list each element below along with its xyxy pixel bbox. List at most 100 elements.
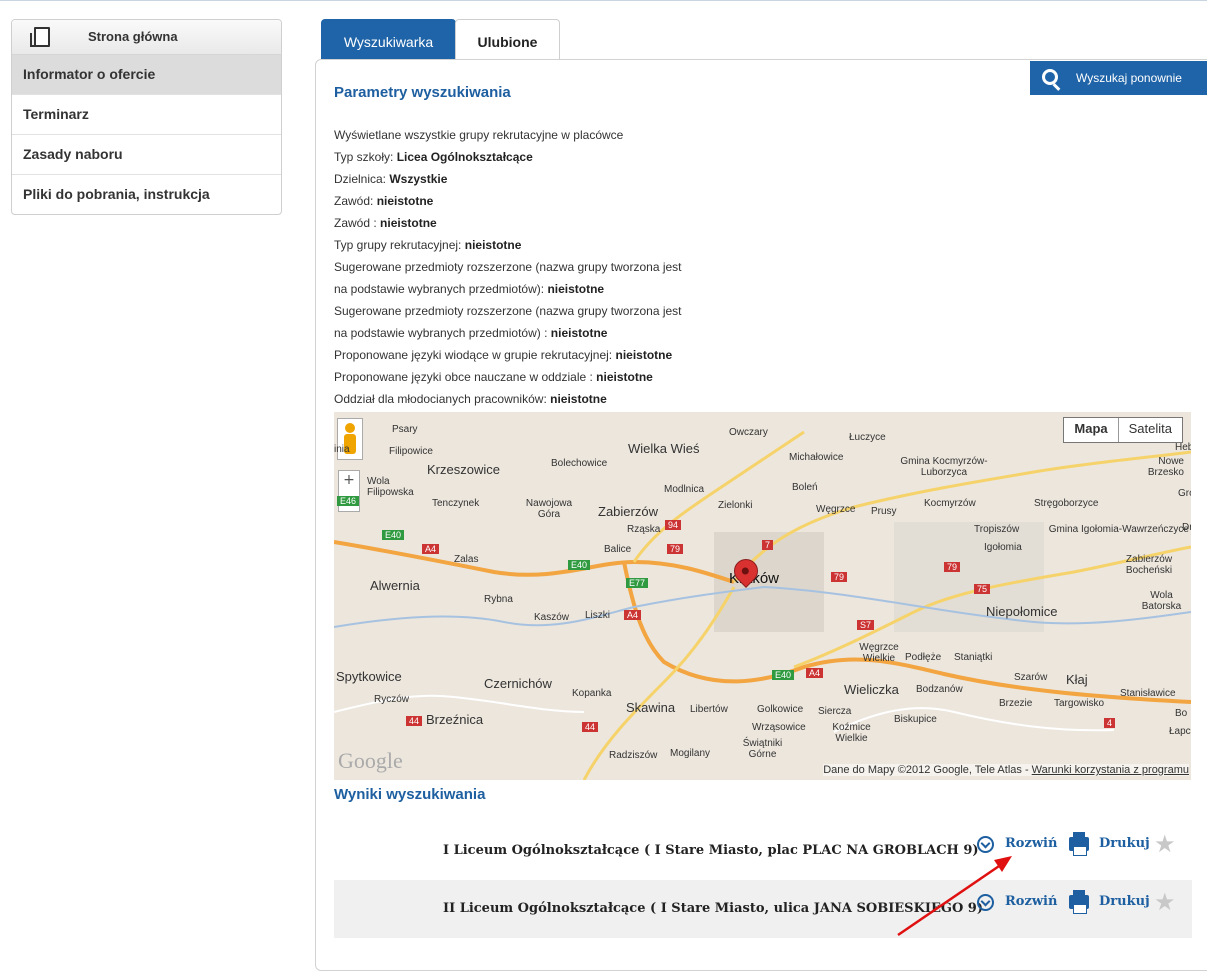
sidebar: Strona główna Informator o ofercie Termi…	[11, 19, 282, 215]
map-label: Węgrzce	[816, 504, 856, 515]
map-label: Kłaj	[1066, 672, 1088, 687]
map-label: Boleń	[792, 482, 818, 493]
map-label: Stanisławice	[1120, 688, 1176, 699]
expand-link[interactable]: Rozwiń	[1005, 836, 1057, 851]
map-label: Skawina	[626, 700, 676, 715]
map-type-map-button[interactable]: Mapa	[1064, 418, 1119, 442]
map-label: Balice	[604, 544, 632, 555]
param-row: Zawód : nieistotne	[334, 216, 437, 230]
param-row: Wyświetlane wszystkie grupy rekrutacyjne…	[334, 128, 624, 142]
result-name: I Liceum Ogólnokształcące ( I Stare Mias…	[443, 843, 979, 858]
map-label: inia	[334, 444, 350, 455]
map[interactable]: + − Mapa Satelita Psary inia Owczary Łuc…	[334, 412, 1191, 780]
search-again-button[interactable]: Wyszukaj ponownie	[1030, 61, 1207, 95]
road-badge: 44	[582, 722, 599, 732]
star-icon[interactable]: ★	[1154, 890, 1176, 914]
road-badge: A4	[422, 544, 440, 554]
param-row: Proponowane języki wiodące w grupie rekr…	[334, 348, 673, 362]
map-label: Stręgoborzyce	[1034, 498, 1099, 509]
map-label: Liszki	[585, 610, 611, 621]
map-label: Ryczów	[374, 694, 410, 705]
road-badge: E40	[772, 670, 795, 680]
road-badge: E77	[626, 578, 649, 588]
map-label: Alwernia	[370, 578, 420, 593]
map-label: Golkowice	[757, 704, 804, 715]
sidebar-item-terminarz[interactable]: Terminarz	[12, 94, 281, 134]
param-row: Typ grupy rekrutacyjnej: nieistotne	[334, 238, 522, 252]
results-heading: Wyniki wyszukiwania	[334, 786, 486, 803]
road-badge: A4	[624, 610, 642, 620]
road-badge: 7	[762, 540, 774, 550]
map-label: Świątniki Górne	[742, 738, 783, 760]
road-badge: 4	[1104, 718, 1116, 728]
print-link[interactable]: Drukuj	[1099, 894, 1150, 909]
map-label: Wielka Wieś	[628, 441, 700, 456]
map-type-control: Mapa Satelita	[1063, 417, 1183, 443]
tab-wyszukiwarka[interactable]: Wyszukiwarka	[321, 19, 456, 61]
star-icon[interactable]: ★	[1154, 832, 1176, 856]
document-icon	[30, 27, 50, 47]
map-label: Węgrzce Wielkie	[859, 642, 899, 664]
expand-link[interactable]: Rozwiń	[1005, 894, 1057, 909]
map-label: Modlnica	[664, 484, 705, 495]
map-copyright-text: Dane do Mapy ©2012 Google, Tele Atlas -	[823, 764, 1032, 776]
map-label: Psary	[392, 424, 418, 435]
param-row: Proponowane języki obce nauczane w oddzi…	[334, 370, 653, 384]
search-icon	[1042, 69, 1058, 85]
map-label: Wola Batorska	[1141, 590, 1182, 612]
map-label: Łapcz	[1169, 726, 1191, 737]
result-row: I Liceum Ogólnokształcące ( I Stare Mias…	[334, 822, 1192, 880]
param-row: Sugerowane przedmioty rozszerzone (nazwa…	[334, 260, 682, 274]
map-terms-link[interactable]: Warunki korzystania z programu	[1032, 764, 1189, 776]
sidebar-home-button[interactable]: Strona główna	[12, 20, 281, 55]
map-label: Kocmyrzów	[924, 498, 976, 509]
map-type-satellite-button[interactable]: Satelita	[1119, 418, 1182, 442]
map-label: Niepołomice	[986, 604, 1058, 619]
params-list: Wyświetlane wszystkie grupy rekrutacyjne…	[334, 124, 754, 410]
map-label: Bolechowice	[551, 458, 608, 469]
param-row: Dzielnica: Wszystkie	[334, 172, 448, 186]
sidebar-item-pliki[interactable]: Pliki do pobrania, instrukcja	[12, 174, 281, 214]
road-badge: 79	[667, 544, 684, 554]
result-name: II Liceum Ogólnokształcące ( I Stare Mia…	[443, 901, 984, 916]
map-label: Nawojowa Góra	[525, 498, 573, 520]
map-label: Wieliczka	[844, 682, 899, 697]
map-label: Rybna	[484, 594, 513, 605]
param-row: Zawód: nieistotne	[334, 194, 434, 208]
param-row: Sugerowane przedmioty rozszerzone (nazwa…	[334, 304, 682, 318]
map-label: Brzeźnica	[426, 712, 484, 727]
expand-icon[interactable]	[977, 836, 994, 853]
map-label: Heb	[1175, 442, 1191, 453]
printer-icon[interactable]	[1069, 890, 1089, 914]
map-label: Zabierzów Bocheński	[1125, 554, 1173, 576]
top-border	[0, 0, 1207, 1]
map-label: Igołomia	[984, 542, 1022, 553]
map-label: Wola Filipowska	[367, 476, 414, 498]
map-label: Podłęże	[905, 652, 942, 663]
road-badge: 94	[665, 520, 682, 530]
map-label: Brzezie	[999, 698, 1033, 709]
map-label: Zalas	[454, 554, 479, 565]
google-logo: Google	[338, 748, 403, 773]
road-badge: 79	[944, 562, 961, 572]
map-label: Tenczynek	[432, 498, 480, 509]
road-badge: E40	[568, 560, 591, 570]
tab-ulubione[interactable]: Ulubione	[455, 19, 560, 60]
printer-icon[interactable]	[1069, 832, 1089, 856]
road-badge: E46	[337, 496, 360, 506]
map-label: Michałowice	[789, 452, 844, 463]
map-label: Radziszów	[609, 750, 658, 761]
expand-icon[interactable]	[977, 894, 994, 911]
print-link[interactable]: Drukuj	[1099, 836, 1150, 851]
param-row: na podstawie wybranych przedmiotów) : ni…	[334, 326, 608, 340]
map-label: Nowe Brzesko	[1147, 456, 1184, 478]
map-label: Gro	[1178, 488, 1191, 499]
params-heading: Parametry wyszukiwania	[334, 84, 511, 101]
sidebar-item-zasady[interactable]: Zasady naboru	[12, 134, 281, 174]
map-label: Czernichów	[484, 676, 552, 691]
sidebar-item-informator[interactable]: Informator o ofercie	[12, 55, 281, 94]
road-badge: 79	[831, 572, 848, 582]
result-row: II Liceum Ogólnokształcące ( I Stare Mia…	[334, 880, 1192, 938]
map-label: Targowisko	[1054, 698, 1105, 709]
zoom-in-button[interactable]: +	[339, 471, 359, 489]
